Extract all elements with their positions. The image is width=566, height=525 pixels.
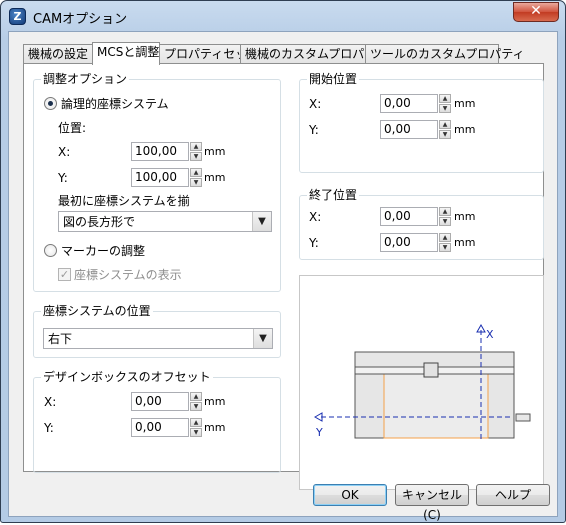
align-select-value: 図の長方形で <box>63 215 136 229</box>
start-x-stepper: 0,00 ▲ ▼ <box>380 94 452 113</box>
end-x-unit: mm <box>454 210 476 223</box>
spin-up-icon[interactable]: ▲ <box>190 418 202 427</box>
tab-machine-settings[interactable]: 機械の設定 <box>23 44 93 64</box>
offset-x-label: X: <box>44 395 57 409</box>
tool-head <box>423 362 439 378</box>
position-x-label: X: <box>58 145 71 159</box>
machine-diagram: X Y <box>313 323 531 442</box>
spin-up-icon[interactable]: ▲ <box>439 207 451 216</box>
position-label: 位置: <box>58 121 87 135</box>
show-cs-label: 座標システムの表示 <box>74 268 182 282</box>
logical-cs-label: 論理的座標システム <box>61 97 169 111</box>
end-x-label: X: <box>309 210 322 224</box>
spin-down-icon[interactable]: ▼ <box>439 243 451 252</box>
offset-y-unit: mm <box>204 421 226 434</box>
machine-preview: X Y <box>299 275 544 490</box>
start-x-label: X: <box>309 97 322 111</box>
window-title: CAMオプション <box>33 12 128 27</box>
end-y-input[interactable]: 0,00 <box>380 233 438 252</box>
adjust-options-title: 調整オプション <box>41 72 130 86</box>
title-bar[interactable]: Z CAMオプション ✕ <box>1 1 565 31</box>
spin-down-icon[interactable]: ▼ <box>439 104 451 113</box>
cs-position-group: 座標システムの位置 右下 ▼ <box>33 304 281 358</box>
tab-machine-custom-properties[interactable]: 機械のカスタムプロパティ <box>240 44 388 64</box>
y-axis-label: Y <box>315 426 323 439</box>
align-label: 最初に座標システムを揃 <box>58 194 190 208</box>
spin-up-icon[interactable]: ▲ <box>439 94 451 103</box>
help-button[interactable]: ヘルプ <box>476 484 550 506</box>
close-button[interactable]: ✕ <box>513 2 559 22</box>
start-y-label: Y: <box>309 123 319 137</box>
adjust-options-group: 調整オプション 論理的座標システム 位置: X: 100,00 ▲ ▼ mm Y… <box>33 72 281 292</box>
spin-up-icon[interactable]: ▲ <box>439 233 451 242</box>
position-y-unit: mm <box>204 171 226 184</box>
spin-up-icon[interactable]: ▲ <box>439 120 451 129</box>
cs-position-title: 座標システムの位置 <box>41 304 153 318</box>
end-y-stepper: 0,00 ▲ ▼ <box>380 233 452 252</box>
spin-up-icon[interactable]: ▲ <box>190 392 202 401</box>
y-axis-arrow-icon <box>313 412 323 422</box>
design-offset-title: デザインボックスのオフセット <box>41 370 213 384</box>
marker-adjust-label: マーカーの調整 <box>61 244 146 258</box>
start-y-unit: mm <box>454 123 476 136</box>
tab-property-sets[interactable]: プロパティセット <box>159 44 259 64</box>
spin-down-icon[interactable]: ▼ <box>190 402 202 411</box>
offset-y-label: Y: <box>44 421 54 435</box>
tab-tool-custom-properties[interactable]: ツールのカスタムプロパティ <box>365 44 525 64</box>
start-position-group: 開始位置 X: 0,00 ▲ ▼ mm Y: 0,00 ▲ ▼ mm <box>299 72 544 173</box>
spin-down-icon[interactable]: ▼ <box>190 428 202 437</box>
offset-x-stepper: 0,00 ▲ ▼ <box>131 392 203 411</box>
offset-y-stepper: 0,00 ▲ ▼ <box>131 418 203 437</box>
design-offset-group: デザインボックスのオフセット X: 0,00 ▲ ▼ mm Y: 0,00 ▲ … <box>33 370 281 473</box>
position-y-stepper: 100,00 ▲ ▼ <box>131 168 203 187</box>
start-y-stepper: 0,00 ▲ ▼ <box>380 120 452 139</box>
start-x-input[interactable]: 0,00 <box>380 94 438 113</box>
work-area <box>383 373 489 439</box>
spin-up-icon[interactable]: ▲ <box>190 142 202 151</box>
tab-panel-mcs-adjust: 調整オプション 論理的座標システム 位置: X: 100,00 ▲ ▼ mm Y… <box>23 63 544 490</box>
x-axis-label: X <box>486 328 494 341</box>
end-x-input[interactable]: 0,00 <box>380 207 438 226</box>
cs-position-value: 右下 <box>48 332 73 346</box>
cam-options-dialog: Z CAMオプション ✕ 機械の設定 MCSと調整 プロパティセット 機械のカス… <box>0 0 566 523</box>
spin-down-icon[interactable]: ▼ <box>190 178 202 187</box>
end-y-label: Y: <box>309 236 319 250</box>
offset-x-input[interactable]: 0,00 <box>131 392 189 411</box>
show-cs-checkbox[interactable]: ✓ <box>58 268 71 281</box>
position-x-stepper: 100,00 ▲ ▼ <box>131 142 203 161</box>
offset-x-unit: mm <box>204 395 226 408</box>
end-position-title: 終了位置 <box>307 188 360 202</box>
start-x-unit: mm <box>454 97 476 110</box>
spin-down-icon[interactable]: ▼ <box>190 152 202 161</box>
end-stop <box>515 413 531 422</box>
align-select[interactable]: 図の長方形で ▼ <box>58 211 272 232</box>
ok-button[interactable]: OK <box>313 484 387 506</box>
chevron-down-icon[interactable]: ▼ <box>252 212 271 231</box>
spin-up-icon[interactable]: ▲ <box>190 168 202 177</box>
position-y-input[interactable]: 100,00 <box>131 168 189 187</box>
cs-position-select[interactable]: 右下 ▼ <box>43 328 273 349</box>
chevron-down-icon[interactable]: ▼ <box>253 329 272 348</box>
end-y-unit: mm <box>454 236 476 249</box>
position-x-input[interactable]: 100,00 <box>131 142 189 161</box>
start-y-input[interactable]: 0,00 <box>380 120 438 139</box>
dialog-body: 機械の設定 MCSと調整 プロパティセット 機械のカスタムプロパティ ツールのカ… <box>8 31 558 522</box>
end-x-stepper: 0,00 ▲ ▼ <box>380 207 452 226</box>
position-y-label: Y: <box>58 171 68 185</box>
spin-down-icon[interactable]: ▼ <box>439 217 451 226</box>
position-x-unit: mm <box>204 145 226 158</box>
cancel-button[interactable]: キャンセル(C) <box>395 484 469 522</box>
tab-mcs-adjust[interactable]: MCSと調整 <box>92 42 160 65</box>
end-position-group: 終了位置 X: 0,00 ▲ ▼ mm Y: 0,00 ▲ ▼ mm <box>299 188 544 260</box>
start-position-title: 開始位置 <box>307 72 360 86</box>
logical-cs-radio[interactable] <box>44 97 57 110</box>
offset-y-input[interactable]: 0,00 <box>131 418 189 437</box>
spin-down-icon[interactable]: ▼ <box>439 130 451 139</box>
app-logo-icon: Z <box>9 8 26 25</box>
marker-adjust-radio[interactable] <box>44 244 57 257</box>
